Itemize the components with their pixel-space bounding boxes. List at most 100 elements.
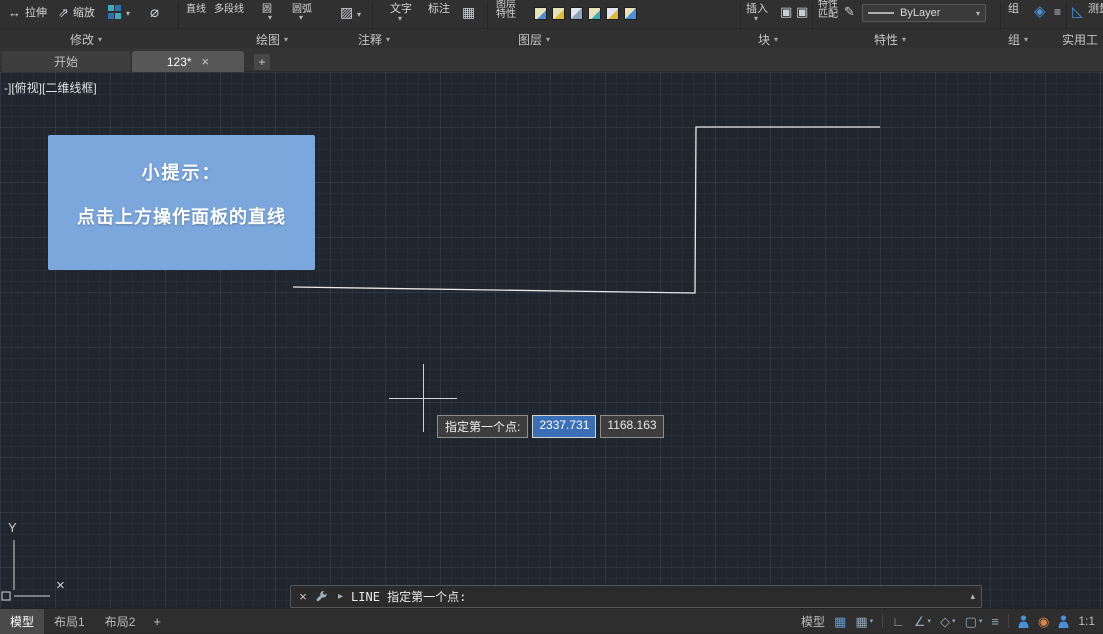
osnap-icon: ▢ (965, 615, 977, 628)
stretch-button[interactable]: ↔ 拉伸 (8, 4, 47, 20)
polyline-tool-label[interactable]: 多段线 (214, 0, 244, 15)
crosshair-vertical (423, 364, 424, 432)
stretch-label: 拉伸 (25, 4, 47, 20)
clean-screen-icon[interactable] (1058, 615, 1069, 628)
new-tab-button[interactable]: + (254, 54, 270, 70)
panel-layers[interactable]: 图层▾ (518, 31, 550, 48)
create-block-icon[interactable]: ▣ (780, 5, 792, 18)
panel-modify-label: 修改 (70, 31, 94, 48)
text-dropdown-icon[interactable]: ▾ (398, 14, 402, 23)
panel-draw-label: 绘图 (256, 31, 280, 48)
command-line[interactable]: × ▸ LINE 指定第一个点: ▴ (290, 585, 982, 608)
layer-properties-button[interactable]: 图层特性 (496, 0, 516, 20)
file-tab-start[interactable]: 开始 (2, 51, 130, 72)
snap-mode-toggle[interactable]: ▦▾ (855, 615, 873, 628)
bylayer-dropdown-icon: ▾ (976, 9, 980, 18)
table-icon[interactable]: ▦ (462, 5, 475, 19)
command-customize-icon[interactable] (315, 590, 328, 603)
ortho-toggle-icon[interactable]: ∟ (892, 615, 905, 628)
color-swatch-line (868, 12, 894, 14)
group-manager-icon[interactable]: ≡ (1054, 6, 1061, 18)
panel-separator (1066, 3, 1067, 28)
layer-isolate-icon[interactable] (552, 7, 565, 20)
file-tab-start-label: 开始 (54, 53, 78, 70)
status-toggles: 模型 ▦ ▦▾ ∟ ∠▾ ◇▾ ▢▾ ≡ ◉ 1:1 (801, 613, 1103, 630)
snap-dropdown-icon: ▾ (870, 618, 874, 625)
grid-toggle-icon[interactable]: ▦ (834, 615, 846, 628)
snap-icon: ▦ (855, 615, 867, 628)
arc-dropdown-icon[interactable]: ▾ (299, 13, 303, 22)
layer-freeze-icon[interactable] (570, 7, 583, 20)
measure-icon[interactable]: ◺ (1072, 4, 1083, 18)
lineweight-toggle-icon[interactable]: ≡ (991, 615, 999, 628)
layout-tab-layout1[interactable]: 布局1 (44, 609, 95, 634)
panel-separator (372, 3, 373, 28)
drawing-area[interactable]: -][俯视][二维线框] 小提示： 点击上方操作面板的直线 指定第一个点: 23… (0, 72, 1103, 608)
panel-groups-label: 组 (1008, 31, 1020, 48)
erase-icon[interactable]: ⌀ (150, 5, 159, 20)
panel-separator (812, 3, 813, 28)
group-select-icon[interactable]: ◈ (1034, 4, 1046, 19)
panel-annotate-dropdown-icon: ▾ (386, 35, 390, 44)
panel-block-label: 块 (758, 31, 770, 48)
scale-label: 缩放 (73, 4, 95, 20)
new-layout-button[interactable]: + (145, 612, 169, 631)
file-tab-drawing-label: 123* (167, 55, 192, 69)
file-tab-drawing[interactable]: 123* × (132, 51, 244, 72)
panel-draw[interactable]: 绘图▾ (256, 31, 288, 48)
group-tool-label[interactable]: 组 (1008, 0, 1019, 16)
match-properties-button[interactable]: 特性匹配 (818, 0, 838, 20)
isolate-objects-icon[interactable] (1018, 615, 1029, 628)
layout-tab-layout2[interactable]: 布局2 (95, 609, 146, 634)
measure-label[interactable]: 测量 (1088, 0, 1103, 16)
color-control-dropdown[interactable]: ByLayer ▾ (862, 4, 986, 22)
dynamic-input: 指定第一个点: 2337.731 1168.163 (437, 415, 664, 438)
dynamic-input-y-field[interactable]: 1168.163 (600, 415, 663, 438)
block-editor-icon[interactable]: ▣ (796, 5, 808, 18)
status-separator (1008, 614, 1009, 628)
circle-dropdown-icon[interactable]: ▾ (268, 13, 272, 22)
drawn-line-geometry (0, 72, 1103, 608)
status-separator (882, 614, 883, 628)
annotation-scale-value: 1:1 (1078, 614, 1095, 628)
command-history-icon[interactable]: ▴ (970, 591, 977, 602)
annotation-scale-control[interactable]: 1:1 (1078, 614, 1095, 628)
dynamic-input-x-field[interactable]: 2337.731 (532, 415, 596, 438)
file-tab-close-icon[interactable]: × (202, 54, 210, 69)
panel-annotate[interactable]: 注释▾ (358, 31, 390, 48)
panel-groups-dropdown-icon: ▾ (1024, 35, 1028, 44)
command-prompt-chevron-icon: ▸ (338, 591, 343, 602)
match-properties-icon[interactable]: ✎ (844, 5, 855, 18)
polar-tracking-toggle[interactable]: ∠▾ (914, 615, 931, 628)
isometric-drafting-toggle[interactable]: ◇▾ (940, 615, 956, 628)
polar-dropdown-icon: ▾ (928, 618, 932, 625)
panel-layers-dropdown-icon: ▾ (546, 35, 550, 44)
command-close-icon[interactable]: × (295, 589, 311, 604)
panel-properties[interactable]: 特性▾ (874, 31, 906, 48)
line-tool-label[interactable]: 直线 (186, 0, 206, 15)
object-snap-toggle[interactable]: ▢▾ (965, 615, 983, 628)
command-line-text[interactable]: LINE 指定第一个点: (351, 588, 466, 605)
panel-block[interactable]: 块▾ (758, 31, 778, 48)
scale-button[interactable]: ⇗ 缩放 (58, 4, 95, 20)
graphics-performance-icon[interactable]: ◉ (1038, 615, 1049, 628)
file-tab-bar: 开始 123* × + (0, 48, 1103, 72)
layout-tab-model[interactable]: 模型 (0, 609, 44, 634)
hatch-dropdown-icon[interactable]: ▾ (357, 10, 361, 19)
viewport-dropdown-icon[interactable]: ▾ (126, 9, 130, 18)
hatch-icon[interactable]: ▨ (340, 5, 353, 19)
panel-groups[interactable]: 组▾ (1008, 31, 1028, 48)
insert-dropdown-icon[interactable]: ▾ (754, 14, 758, 23)
bylayer-value: ByLayer (900, 7, 940, 19)
panel-modify[interactable]: 修改▾ (70, 31, 102, 48)
layer-match-icon[interactable] (606, 7, 619, 20)
layer-properties-label-2: 特性 (496, 9, 516, 20)
model-space-toggle[interactable]: 模型 (801, 613, 825, 630)
isometric-icon: ◇ (940, 615, 950, 628)
layer-lock-icon[interactable] (588, 7, 601, 20)
layer-previous-icon[interactable] (624, 7, 637, 20)
layer-off-icon[interactable] (534, 7, 547, 20)
viewport-config-icon[interactable] (108, 5, 122, 19)
dimension-tool-label[interactable]: 标注 (428, 0, 450, 16)
osnap-dropdown-icon: ▾ (979, 618, 983, 625)
